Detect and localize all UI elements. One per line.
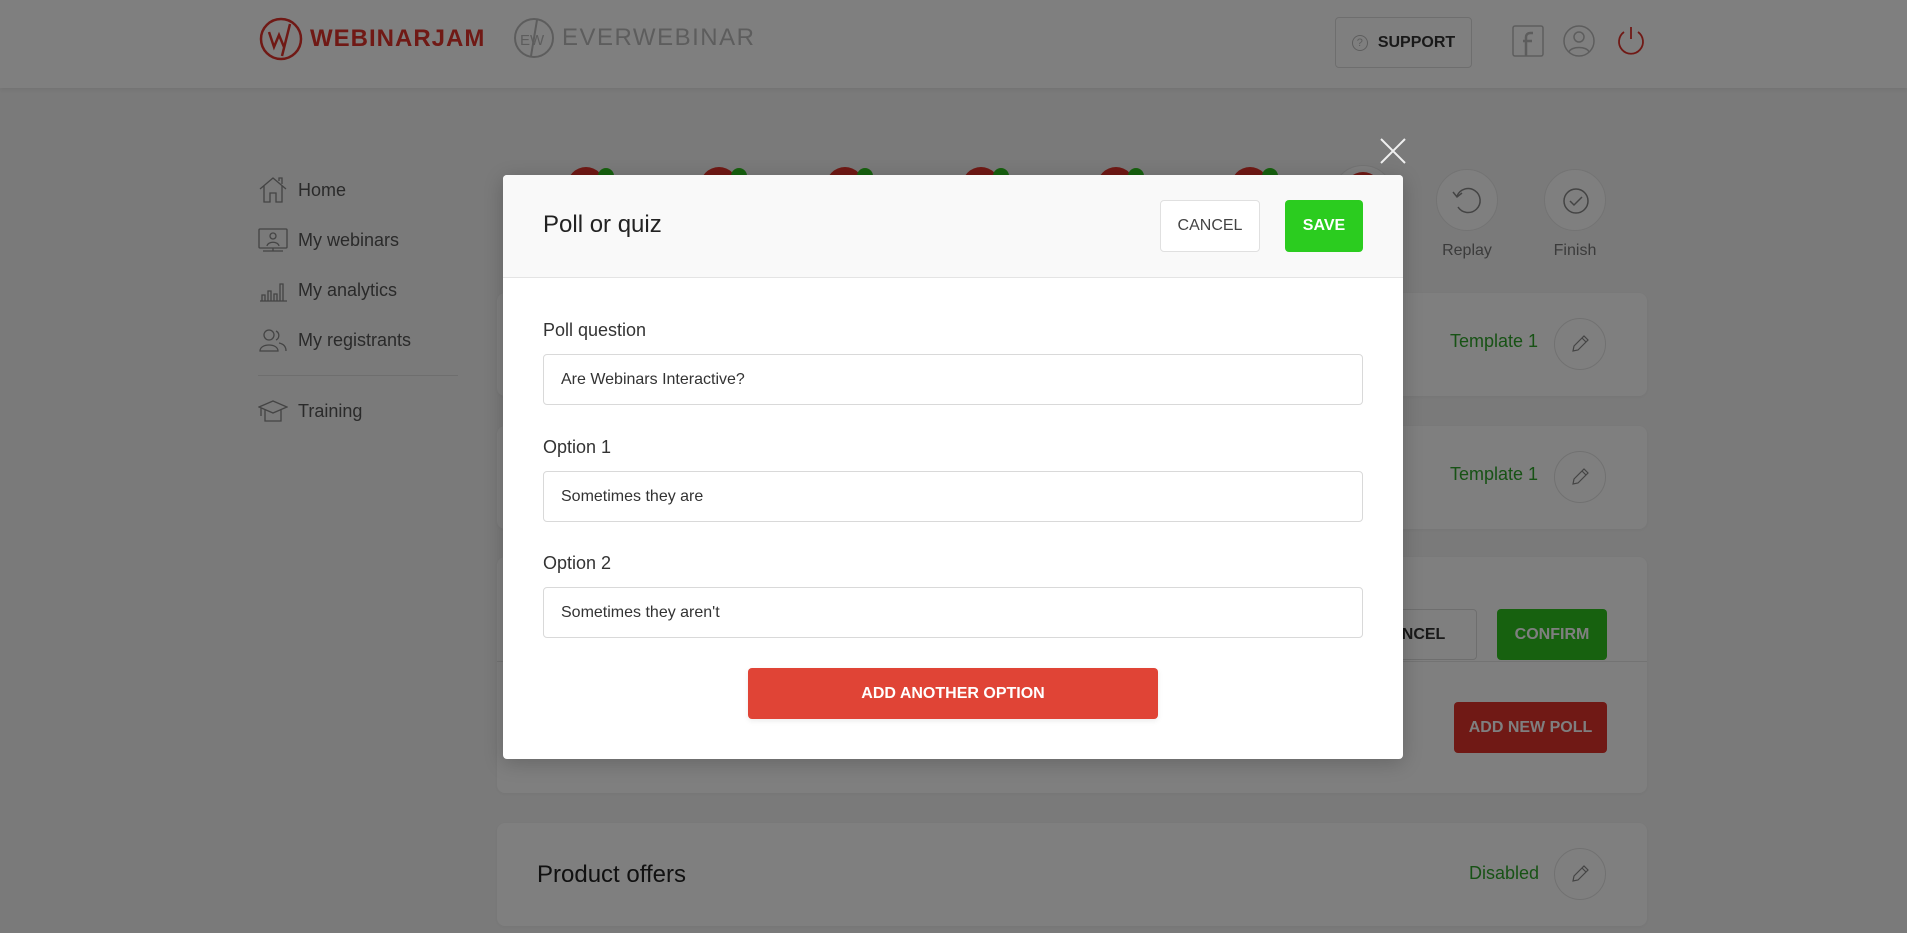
add-another-option-button[interactable]: ADD ANOTHER OPTION (748, 668, 1158, 719)
option-2-label: Option 2 (543, 553, 612, 573)
cancel-button[interactable]: CANCEL (1160, 200, 1260, 252)
option-2-input[interactable] (543, 587, 1363, 638)
option-1-input[interactable] (543, 471, 1363, 522)
save-button[interactable]: SAVE (1285, 200, 1363, 252)
poll-question-input[interactable] (543, 354, 1363, 405)
option-1-label: Option 1 (543, 437, 612, 457)
modal-title: Poll or quiz (543, 211, 662, 238)
modal-header: Poll or quiz CANCEL SAVE (503, 175, 1403, 278)
poll-quiz-modal: Poll or quiz CANCEL SAVE Poll question O… (503, 175, 1403, 759)
close-icon[interactable] (1378, 136, 1408, 166)
poll-question-label: Poll question (543, 320, 647, 340)
